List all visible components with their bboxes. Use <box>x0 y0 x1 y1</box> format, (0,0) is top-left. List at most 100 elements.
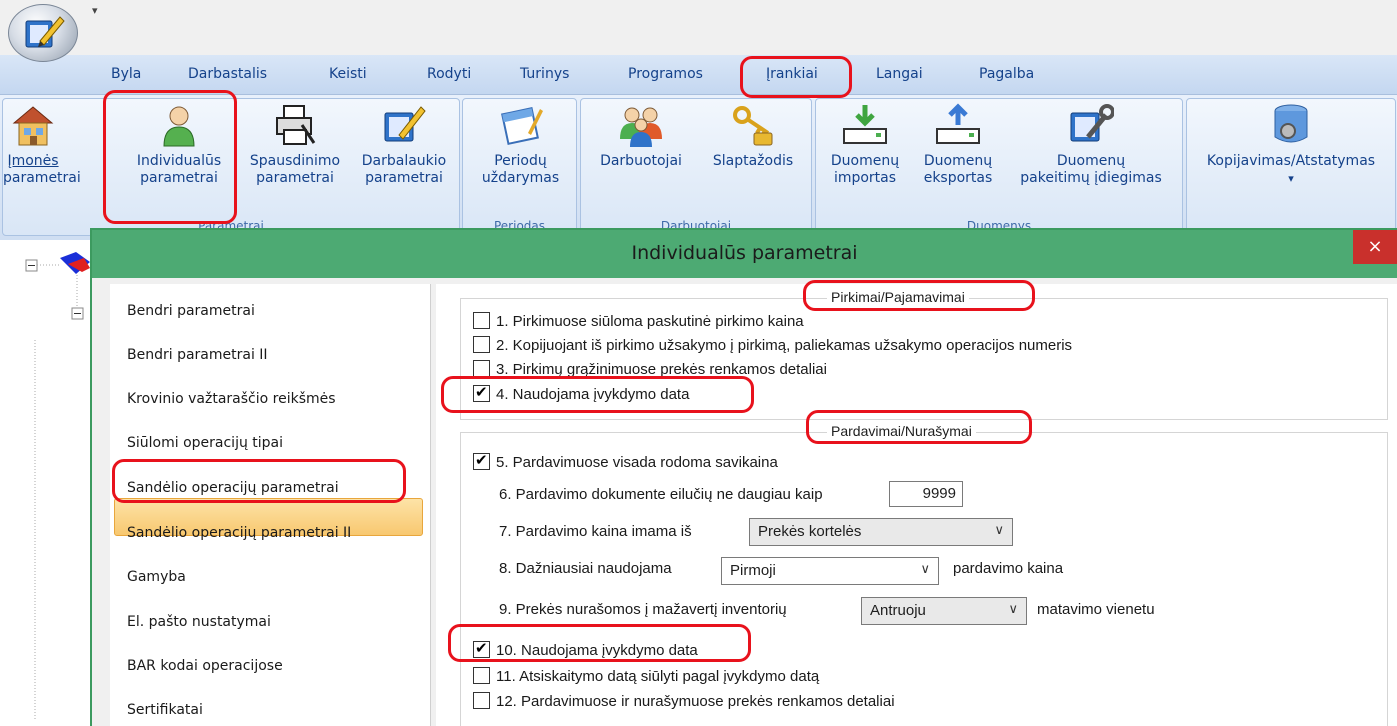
importas-label-2: importas <box>833 170 897 186</box>
kopijavimas-label: Kopijavimas/Atstatymas <box>1206 153 1376 169</box>
checkbox-option-11[interactable] <box>473 667 490 684</box>
menu-bar: Byla Darbastalis Keisti Rodyti Turinys P… <box>0 55 1397 95</box>
eksportas-label-2: eksportas <box>923 170 993 186</box>
darbalaukio-parametrai-button[interactable]: Darbalaukio parametrai <box>350 103 458 187</box>
person-icon <box>163 106 195 147</box>
nav-item-siulomi[interactable]: Siūlomi operacijų tipai <box>127 435 283 451</box>
label-option-7: 7. Pardavimo kaina imama iš <box>499 523 692 540</box>
duomenu-importas-button[interactable]: Duomenų importas <box>820 103 910 187</box>
ribbon: Įmonės parametrai Individualūs parametra… <box>0 95 1397 240</box>
darbuotojai-button[interactable]: Darbuotojai <box>585 103 697 170</box>
spausdinimo-parametrai-button[interactable]: Spausdinimo parametrai <box>240 103 350 187</box>
menu-pagalba[interactable]: Pagalba <box>979 66 1034 82</box>
periodu-label-2: uždarymas <box>481 170 560 186</box>
price-level-value: Pirmoji <box>730 562 776 579</box>
spausdinimo-label-2: parametrai <box>256 170 334 186</box>
kopijavimas-atstatymas-button[interactable]: Kopijavimas/Atstatymas ▾ <box>1187 103 1395 187</box>
tree-guide-line <box>34 340 36 720</box>
price-source-select[interactable]: Prekės kortelės ∨ <box>749 518 1013 546</box>
duomenu-pakeitimu-idiegimas-button[interactable]: Duomenų pakeitimų įdiegimas <box>1002 103 1180 187</box>
imones-label-1: Įmonės <box>7 153 59 169</box>
nav-item-el-pasto[interactable]: El. pašto nustatymai <box>127 614 271 630</box>
purchases-option-2[interactable]: 2. Kopijuojant iš pirkimo užsakymo į pir… <box>473 336 1072 354</box>
unit-value: Antruoju <box>870 602 926 619</box>
imones-parametrai-button[interactable]: Įmonės parametrai <box>3 103 81 187</box>
menu-turinys[interactable]: Turinys <box>520 66 569 82</box>
dialog-nav-list: Bendri parametrai Bendri parametrai II K… <box>110 284 431 726</box>
menu-programos[interactable]: Programos <box>628 66 703 82</box>
checkbox-option-1[interactable] <box>473 312 490 329</box>
menu-darbastalis[interactable]: Darbastalis <box>188 66 267 82</box>
checkbox-option-5[interactable] <box>473 451 490 470</box>
pakeitimu-label-1: Duomenų <box>1056 153 1126 169</box>
label-option-8-suffix: pardavimo kaina <box>953 560 1064 577</box>
menu-irankiai[interactable]: Įrankiai <box>766 66 818 82</box>
nav-item-krovinio[interactable]: Krovinio važtaraščio reikšmės <box>127 391 336 407</box>
individualus-parametrai-button[interactable]: Individualūs parametrai <box>118 103 240 187</box>
chevron-down-icon: ∨ <box>994 522 1004 537</box>
purchases-option-4[interactable]: 4. Naudojama įvykdymo data <box>473 383 689 403</box>
purchases-option-3[interactable]: 3. Pirkimų grąžinimuose prekės renkamos … <box>473 360 827 378</box>
sales-group: Pardavimai/Nurašymai 5. Pardavimuose vis… <box>460 423 1388 726</box>
checkbox-option-3[interactable] <box>473 360 490 377</box>
slaptazodis-label: Slaptažodis <box>712 153 794 169</box>
nav-item-sandelio-ii[interactable]: Sandėlio operacijų parametrai II <box>127 525 351 541</box>
menu-langai[interactable]: Langai <box>876 66 923 82</box>
quick-access-dropdown-icon[interactable]: ▾ <box>92 4 98 17</box>
duomenu-eksportas-button[interactable]: Duomenų eksportas <box>912 103 1004 187</box>
wrench-icon <box>1070 104 1114 142</box>
label-option-6: 6. Pardavimo dokumente eilučių ne daugia… <box>499 486 823 503</box>
sales-legend: Pardavimai/Nurašymai <box>827 423 976 439</box>
sales-option-10[interactable]: 10. Naudojama įvykdymo data <box>473 639 698 659</box>
nav-item-sertifikatai[interactable]: Sertifikatai <box>127 702 203 718</box>
checkbox-option-10[interactable] <box>473 639 490 658</box>
tree-expand-icon <box>25 252 90 320</box>
checkbox-option-2[interactable] <box>473 336 490 353</box>
price-level-select[interactable]: Pirmoji ∨ <box>721 557 939 585</box>
label-option-11: 11. Atsiskaitymo datą siūlyti pagal įvyk… <box>496 668 820 685</box>
eksportas-label-1: Duomenų <box>923 153 993 169</box>
periodu-uzdarymas-button[interactable]: Periodų uždarymas <box>468 103 573 187</box>
slaptazodis-button[interactable]: Slaptažodis <box>697 103 809 170</box>
label-option-3: 3. Pirkimų grąžinimuose prekės renkamos … <box>496 361 827 378</box>
navigation-tree <box>0 240 90 726</box>
nav-item-sandelio[interactable]: Sandėlio operacijų parametrai <box>127 480 339 496</box>
checkbox-option-4[interactable] <box>473 383 490 402</box>
purchases-group: Pirkimai/Pajamavimai 1. Pirkimuose siūlo… <box>460 289 1388 420</box>
dialog-title: Individualūs parametrai <box>92 230 1397 278</box>
ribbon-group-darbuotojai: Darbuotojai Slaptažodis Darbuotojai <box>580 98 812 236</box>
nav-item-bendri[interactable]: Bendri parametrai <box>127 303 255 319</box>
label-option-2: 2. Kopijuojant iš pirkimo užsakymo į pir… <box>496 337 1073 354</box>
menu-keisti[interactable]: Keisti <box>329 66 367 82</box>
house-icon <box>12 106 54 146</box>
nav-item-bar-kodai[interactable]: BAR kodai operacijose <box>127 658 283 674</box>
ribbon-group-periodas: Periodų uždarymas Periodas <box>462 98 577 236</box>
notebook-pen-icon <box>25 16 65 48</box>
sales-option-5[interactable]: 5. Pardavimuose visada rodoma savikaina <box>473 451 778 471</box>
close-icon[interactable]: × <box>1353 230 1397 264</box>
sales-option-11[interactable]: 11. Atsiskaitymo datą siūlyti pagal įvyk… <box>473 667 819 685</box>
app-menu-button[interactable] <box>8 4 78 62</box>
checkbox-option-12[interactable] <box>473 692 490 709</box>
dialog-content: Pirkimai/Pajamavimai 1. Pirkimuose siūlo… <box>436 284 1397 726</box>
label-option-5: 5. Pardavimuose visada rodoma savikaina <box>496 454 778 471</box>
label-option-9: 9. Prekės nurašomos į mažavertį inventor… <box>499 601 787 618</box>
chevron-down-icon: ▾ <box>1288 172 1294 185</box>
import-icon <box>843 105 887 144</box>
individual-parameters-dialog: Individualūs parametrai × Bendri paramet… <box>90 228 1397 726</box>
unit-select[interactable]: Antruoju ∨ <box>861 597 1027 625</box>
max-lines-input[interactable]: 9999 <box>889 481 963 507</box>
nav-item-bendri-ii[interactable]: Bendri parametrai II <box>127 347 268 363</box>
chevron-down-icon: ∨ <box>1008 601 1018 616</box>
darbalaukio-label-1: Darbalaukio <box>361 153 447 169</box>
desktop-pen-icon <box>384 106 426 142</box>
sales-option-12[interactable]: 12. Pardavimuose ir nurašymuose prekės r… <box>473 692 895 710</box>
nav-item-gamyba[interactable]: Gamyba <box>127 569 186 585</box>
price-source-value: Prekės kortelės <box>758 523 862 540</box>
purchases-option-1[interactable]: 1. Pirkimuose siūloma paskutinė pirkimo … <box>473 312 804 330</box>
darbuotojai-label: Darbuotojai <box>600 153 682 169</box>
menu-byla[interactable]: Byla <box>111 66 141 82</box>
imones-label-2: parametrai <box>3 170 81 186</box>
label-option-9-suffix: matavimo vienetu <box>1037 601 1155 618</box>
menu-rodyti[interactable]: Rodyti <box>427 66 471 82</box>
